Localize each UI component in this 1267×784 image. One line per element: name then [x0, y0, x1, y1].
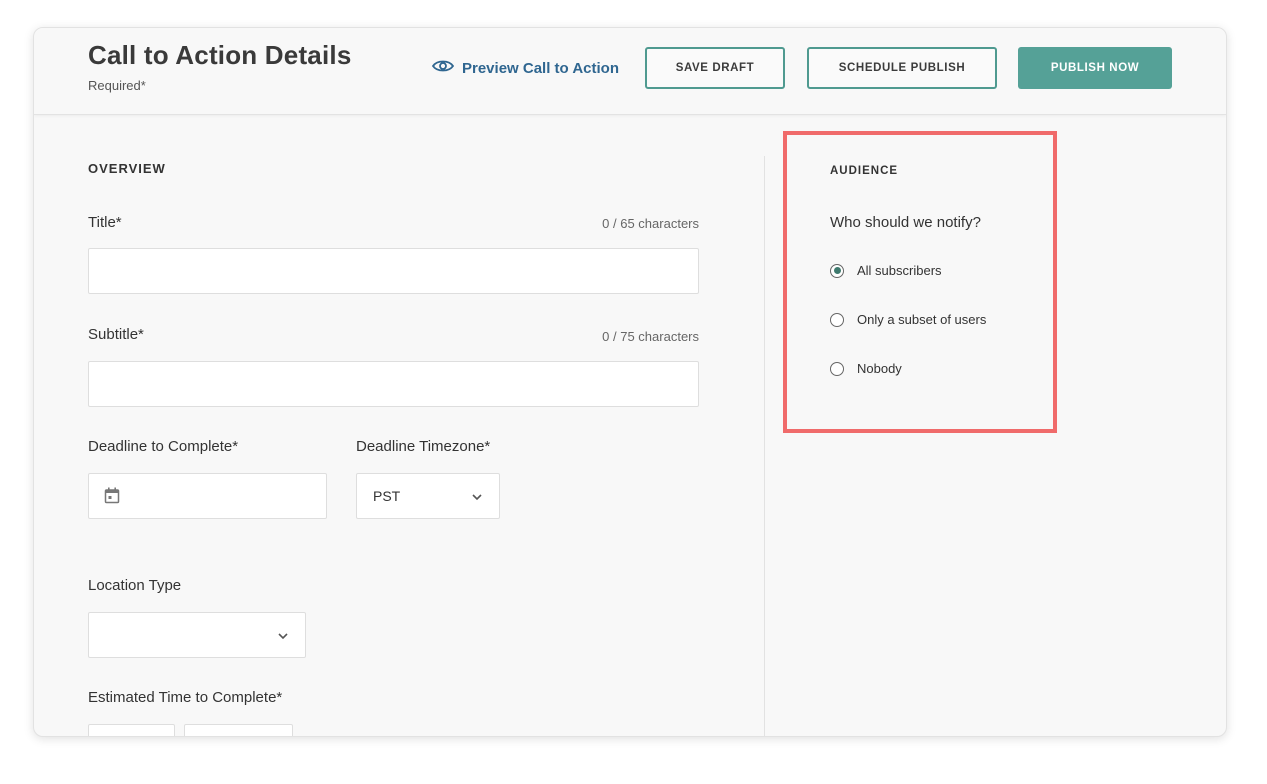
- title-character-counter: 0 / 65 characters: [602, 216, 699, 231]
- required-note: Required*: [88, 78, 146, 93]
- preview-call-to-action-link[interactable]: Preview Call to Action: [431, 59, 619, 77]
- timezone-value: PST: [373, 488, 401, 504]
- location-type-select[interactable]: [88, 612, 306, 658]
- chevron-down-icon: [471, 488, 483, 504]
- column-divider: [764, 156, 765, 736]
- estimated-time-minutes-input[interactable]: [184, 724, 293, 736]
- subtitle-character-counter: 0 / 75 characters: [602, 329, 699, 344]
- subtitle-label: Subtitle*: [88, 326, 144, 343]
- subtitle-input[interactable]: [88, 361, 699, 407]
- audience-option-label: Only a subset of users: [857, 312, 987, 327]
- radio-unselected[interactable]: [830, 312, 844, 327]
- audience-option-label: Nobody: [857, 361, 902, 376]
- calendar-icon: [104, 487, 120, 509]
- radio-selected[interactable]: [830, 263, 844, 278]
- preview-label: Preview Call to Action: [462, 59, 619, 77]
- timezone-select[interactable]: PST: [356, 473, 500, 519]
- audience-option-nobody[interactable]: Nobody: [830, 361, 902, 376]
- timezone-label: Deadline Timezone*: [356, 438, 491, 455]
- page-header: Call to Action Details Required* Preview…: [34, 28, 1226, 115]
- radio-unselected[interactable]: [830, 361, 844, 376]
- title-input[interactable]: [88, 248, 699, 294]
- location-type-label: Location Type: [88, 577, 182, 594]
- overview-section-label: OVERVIEW: [88, 161, 166, 176]
- deadline-label: Deadline to Complete*: [88, 438, 239, 455]
- publish-now-button[interactable]: PUBLISH NOW: [1018, 47, 1172, 89]
- audience-option-all-subscribers[interactable]: All subscribers: [830, 263, 942, 278]
- schedule-publish-button[interactable]: SCHEDULE PUBLISH: [807, 47, 997, 89]
- estimated-time-hours-input[interactable]: [88, 724, 175, 736]
- audience-option-subset-of-users[interactable]: Only a subset of users: [830, 312, 986, 327]
- audience-panel: AUDIENCE Who should we notify? All subsc…: [783, 131, 1057, 433]
- estimated-time-label: Estimated Time to Complete*: [88, 689, 283, 706]
- page-title: Call to Action Details: [88, 40, 352, 70]
- chevron-down-icon: [277, 627, 289, 643]
- call-to-action-card: Call to Action Details Required* Preview…: [33, 27, 1227, 737]
- eye-icon: [431, 59, 455, 77]
- audience-question: Who should we notify?: [830, 214, 981, 231]
- title-label: Title*: [88, 214, 122, 231]
- audience-option-label: All subscribers: [857, 263, 942, 278]
- save-draft-button[interactable]: SAVE DRAFT: [645, 47, 785, 89]
- deadline-date-input[interactable]: [88, 473, 327, 519]
- audience-section-label: AUDIENCE: [830, 165, 899, 177]
